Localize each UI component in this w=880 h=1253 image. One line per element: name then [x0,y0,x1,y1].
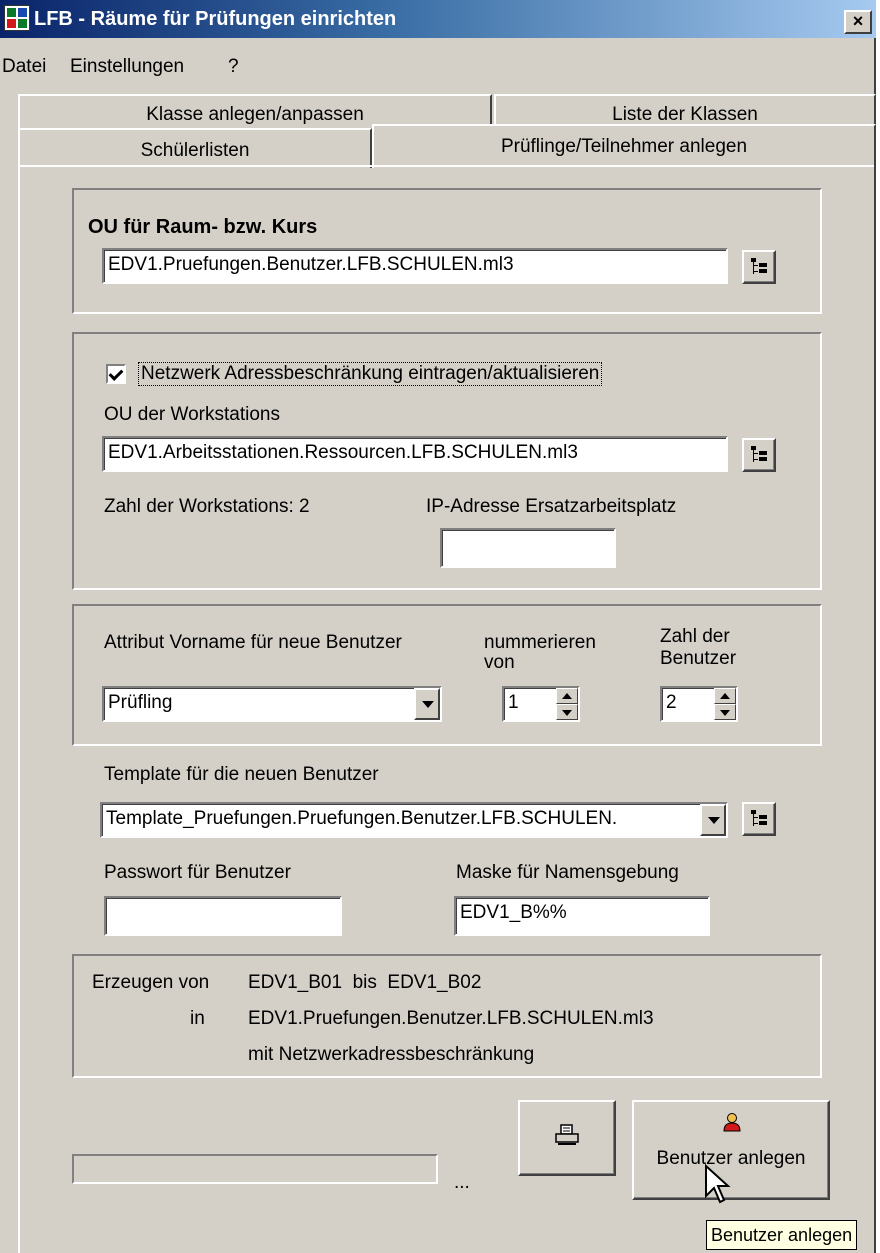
tree-icon [751,258,769,276]
spinner[interactable] [556,688,578,720]
chevron-down-icon[interactable] [414,688,440,720]
summary-group: Erzeugen von EDV1_B01 bis EDV1_B02 in ED… [72,954,822,1078]
numbering-start-value: 1 [508,692,519,713]
tooltip: Benutzer anlegen [706,1220,858,1250]
network-restriction-label[interactable]: Netzwerk Adressbeschränkung eintragen/ak… [138,362,603,386]
firstname-attribute-select[interactable]: Prüfling [102,686,442,722]
ou-field[interactable]: EDV1.Pruefungen.Benutzer.LFB.SCHULEN.ml3 [102,248,728,284]
tab-schuelerlisten[interactable]: Schülerlisten [18,128,372,168]
menu-help[interactable]: ? [228,56,239,78]
user-count-label-2: Benutzer [660,648,737,669]
spin-down-icon[interactable] [714,704,736,720]
mouse-cursor-icon [705,1164,731,1204]
tree-icon [751,446,769,464]
template-select[interactable]: Template_Pruefungen.Pruefungen.Benutzer.… [100,802,728,838]
chevron-down-icon[interactable] [700,804,726,836]
spin-down-icon[interactable] [556,704,578,720]
tree-icon [751,810,769,828]
network-group: Netzwerk Adressbeschränkung eintragen/ak… [72,332,822,590]
user-count-stepper[interactable]: 2 [660,686,738,722]
numbering-start-stepper[interactable]: 1 [502,686,580,722]
create-range: EDV1_B01 bis EDV1_B02 [248,972,482,993]
user-icon [723,1113,741,1132]
spin-up-icon[interactable] [714,688,736,704]
numbering-label-from: von [484,652,515,673]
close-button[interactable]: × [844,10,872,34]
ou-browse-button[interactable] [742,250,776,284]
template-value: Template_Pruefungen.Pruefungen.Benutzer.… [106,808,618,829]
ip-address-field[interactable] [440,528,616,568]
menu-datei[interactable]: Datei [2,56,46,78]
spin-up-icon[interactable] [556,688,578,704]
name-mask-field[interactable]: EDV1_B%% [454,896,710,936]
app-icon [4,5,30,31]
spinner[interactable] [714,688,736,720]
network-restriction-checkbox[interactable] [106,364,126,384]
progress-bar [72,1154,438,1184]
ou-heading: OU für Raum- bzw. Kurs [88,216,318,238]
firstname-attribute-value: Prüfling [108,692,173,713]
menu-einstellungen[interactable]: Einstellungen [70,56,184,78]
printer-icon [555,1124,579,1145]
title-bar[interactable]: LFB - Räume für Prüfungen einrichten × [0,0,876,38]
window-title: LFB - Räume für Prüfungen einrichten [34,8,397,30]
attribute-group: Attribut Vorname für neue Benutzer Prüfl… [72,604,822,746]
user-count-label: Zahl der [660,626,730,647]
create-label: Erzeugen von [92,972,210,993]
password-field[interactable] [104,896,342,936]
ip-address-label: IP-Adresse Ersatzarbeitsplatz [426,496,677,517]
tab-prueflinge-anlegen[interactable]: Prüflinge/Teilnehmer anlegen [372,124,876,168]
user-count-value: 2 [666,692,677,713]
print-button[interactable] [518,1100,616,1176]
in-label: in [190,1008,205,1029]
ou-group: OU für Raum- bzw. Kurs EDV1.Pruefungen.B… [72,188,822,314]
target-ou: EDV1.Pruefungen.Benutzer.LFB.SCHULEN.ml3 [248,1008,654,1029]
name-mask-label: Maske für Namensgebung [456,862,679,883]
firstname-attribute-label: Attribut Vorname für neue Benutzer [104,632,402,653]
template-browse-button[interactable] [742,802,776,836]
workstation-browse-button[interactable] [742,438,776,472]
status-ellipsis: ... [454,1172,470,1193]
numbering-label: nummerieren [484,632,596,653]
password-label: Passwort für Benutzer [104,862,291,883]
workstation-ou-label: OU der Workstations [104,404,280,425]
template-label: Template für die neuen Benutzer [104,764,379,785]
network-note: mit Netzwerkadressbeschränkung [248,1044,535,1065]
workstation-ou-field[interactable]: EDV1.Arbeitsstationen.Ressourcen.LFB.SCH… [102,436,728,472]
application-window: LFB - Räume für Prüfungen einrichten × D… [0,0,876,1253]
workstation-count: Zahl der Workstations: 2 [104,496,310,517]
